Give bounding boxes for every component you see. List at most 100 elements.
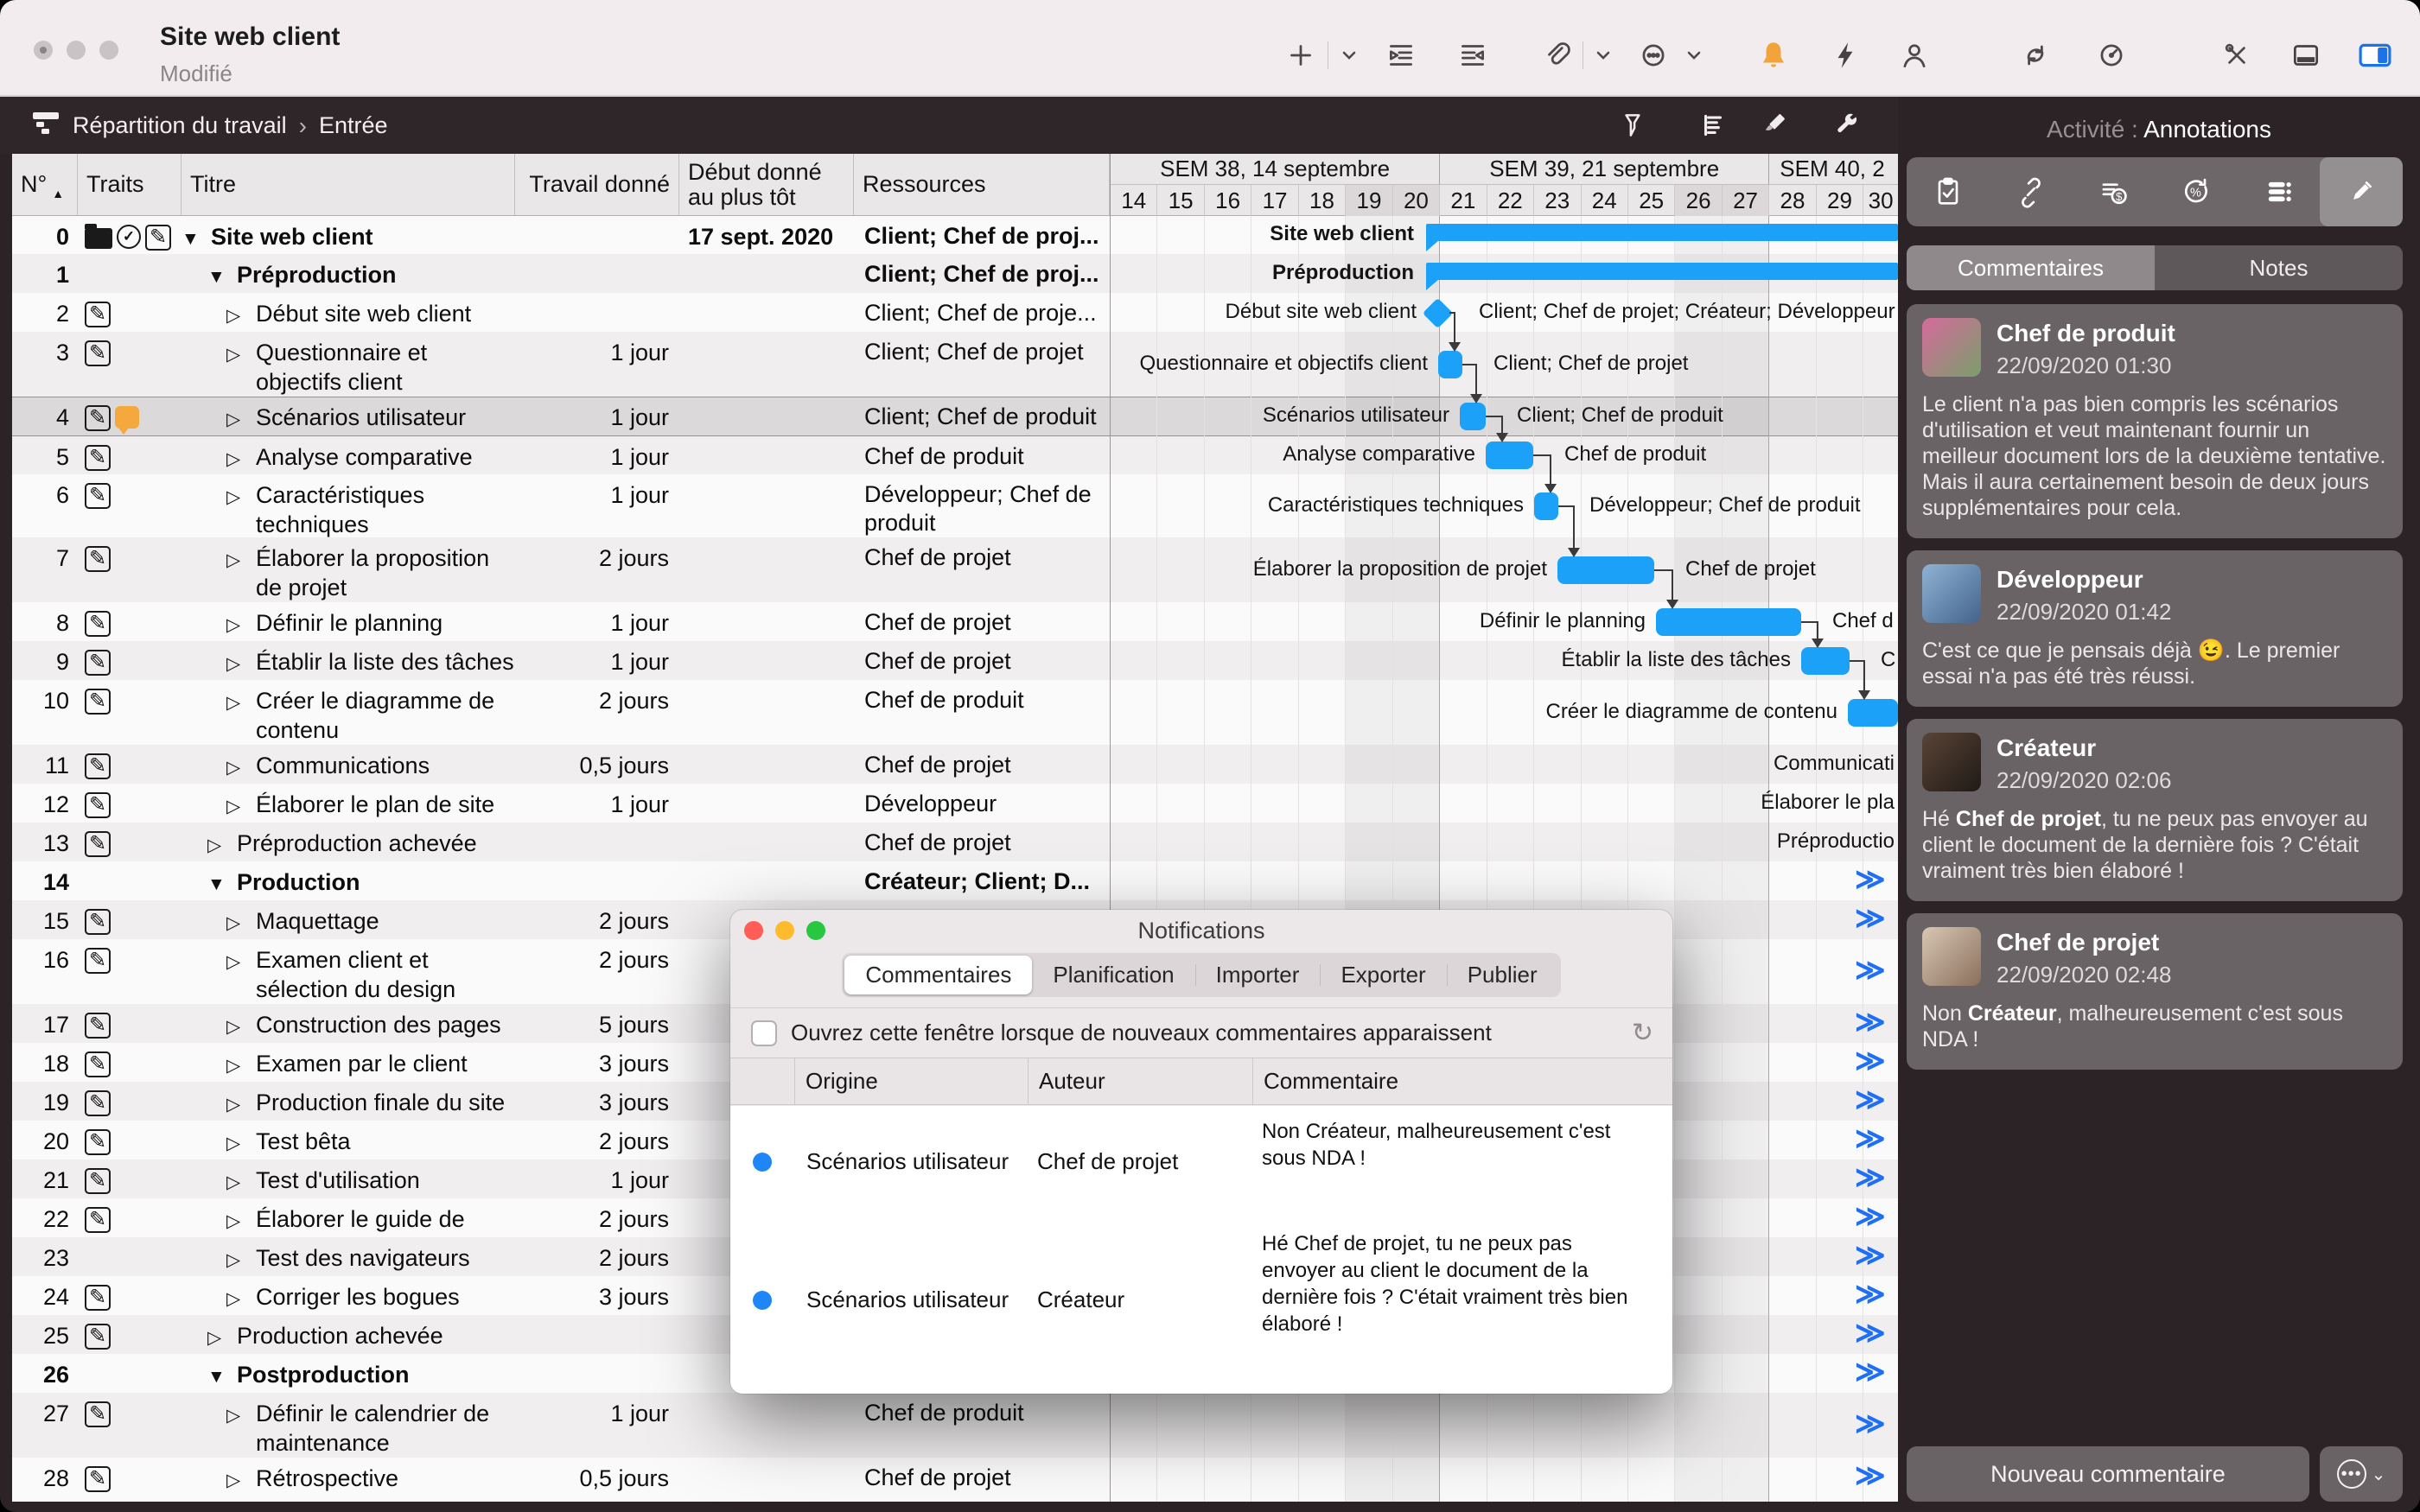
disclosure-leaf-icon[interactable]: ▷: [226, 1243, 256, 1275]
tab-notes[interactable]: Notes: [2155, 245, 2403, 290]
mode-link-icon[interactable]: [1990, 157, 2073, 226]
comment-more-button[interactable]: ••• ⌄: [2320, 1446, 2403, 1502]
disclosure-leaf-icon[interactable]: ▷: [226, 1088, 256, 1120]
disclosure-leaf-icon[interactable]: ▷: [226, 1010, 256, 1042]
mode-rows-icon[interactable]: [2238, 157, 2321, 226]
disclosure-leaf-icon[interactable]: ▷: [226, 543, 256, 575]
task-row[interactable]: 9✎▷Établir la liste des tâches1 jourChef…: [12, 641, 1898, 680]
disclosure-leaf-icon[interactable]: ▷: [226, 906, 256, 938]
notifications-bell-icon[interactable]: [1754, 38, 1793, 73]
panel-right-active-icon[interactable]: [2356, 38, 2394, 73]
column-header-resources[interactable]: Ressources: [854, 154, 1110, 215]
comment-card[interactable]: Développeur22/09/2020 01:42C'est ce que …: [1907, 550, 2403, 707]
mode-cost-icon[interactable]: $: [2072, 157, 2155, 226]
disclosure-leaf-icon[interactable]: ▷: [226, 790, 256, 822]
outdent-icon[interactable]: [1454, 38, 1492, 73]
task-row[interactable]: 1▼PréproductionClient; Chef de proj...: [12, 254, 1898, 293]
dialog-tab-publier[interactable]: Publier: [1447, 956, 1558, 994]
column-header-title[interactable]: Titre: [182, 154, 515, 215]
sync-icon[interactable]: [2016, 38, 2054, 73]
attach-icon[interactable]: [1538, 38, 1576, 73]
dialog-tab-exporter[interactable]: Exporter: [1320, 956, 1446, 994]
disclosure-leaf-icon[interactable]: ▷: [226, 1399, 256, 1431]
zoom-button[interactable]: [99, 41, 118, 60]
disclosure-leaf-icon[interactable]: ▷: [226, 647, 256, 679]
dialog-tab-importer[interactable]: Importer: [1195, 956, 1321, 994]
disclosure-leaf-icon[interactable]: ▷: [226, 1127, 256, 1159]
mode-pencil-edit-icon[interactable]: [2320, 157, 2403, 226]
disclosure-leaf-icon[interactable]: ▷: [226, 1204, 256, 1236]
disclosure-leaf-icon[interactable]: ▷: [226, 299, 256, 331]
task-row[interactable]: 8✎▷Définir le planning1 jourChef de proj…: [12, 602, 1898, 641]
new-comment-button[interactable]: Nouveau commentaire: [1907, 1446, 2309, 1502]
comment-card[interactable]: Chef de projet22/09/2020 02:48Non Créate…: [1907, 913, 2403, 1070]
task-row[interactable]: 27✎▷Définir le calendrier de maintenance…: [12, 1393, 1898, 1458]
column-header-traits[interactable]: Traits: [78, 154, 182, 215]
column-header-start[interactable]: Début donné au plus tôt: [679, 154, 854, 215]
comment-card[interactable]: Chef de produit22/09/2020 01:30Le client…: [1907, 304, 2403, 538]
group-bars-icon[interactable]: [1694, 108, 1732, 143]
breadcrumb-view[interactable]: Répartition du travail: [73, 112, 287, 139]
disclosure-leaf-icon[interactable]: ▷: [226, 480, 256, 512]
chevron-down-icon[interactable]: [1675, 38, 1713, 73]
task-row[interactable]: 2✎▷Début site web clientClient; Chef de …: [12, 293, 1898, 332]
comment-card[interactable]: Créateur22/09/2020 02:06Hé Chef de proje…: [1907, 719, 2403, 901]
task-row[interactable]: 14▼ProductionCréateur; Client; D...: [12, 861, 1898, 900]
task-row[interactable]: 3✎▷Questionnaire et objectifs client1 jo…: [12, 332, 1898, 397]
disclosure-leaf-icon[interactable]: ▷: [226, 442, 256, 474]
add-icon[interactable]: [1282, 38, 1320, 73]
breadcrumb[interactable]: Répartition du travail › Entrée: [31, 110, 388, 142]
disclosure-leaf-icon[interactable]: ▷: [226, 338, 256, 370]
disclosure-leaf-icon[interactable]: ▷: [226, 1464, 256, 1496]
dialog-tab-commentaires[interactable]: Commentaires: [844, 956, 1032, 994]
filter-funnel-icon[interactable]: [1614, 108, 1652, 143]
disclosure-leaf-icon[interactable]: ▷: [226, 1282, 256, 1314]
more-circle-icon[interactable]: [1634, 38, 1672, 73]
column-header-work[interactable]: Travail donné: [515, 154, 679, 215]
tools-icon[interactable]: [2218, 38, 2256, 73]
task-row[interactable]: 6✎▷Caractéristiques techniques1 jourDéve…: [12, 474, 1898, 537]
disclosure-leaf-icon[interactable]: ▷: [226, 1049, 256, 1081]
chevron-down-icon[interactable]: [1330, 38, 1368, 73]
task-row[interactable]: 28✎▷Rétrospective0,5 joursChef de projet: [12, 1458, 1898, 1496]
disclosure-leaf-icon[interactable]: ▷: [226, 751, 256, 783]
settings-wrench-icon[interactable]: [1829, 108, 1867, 143]
mode-clipboard-check-icon[interactable]: [1907, 157, 1990, 226]
dialog-tab-planification[interactable]: Planification: [1032, 956, 1194, 994]
open-on-new-comments-checkbox[interactable]: [751, 1020, 777, 1046]
disclosure-open-icon[interactable]: ▼: [207, 867, 237, 899]
task-row[interactable]: 11✎▷Communications0,5 joursChef de proje…: [12, 745, 1898, 784]
minimize-button[interactable]: [67, 41, 86, 60]
task-row[interactable]: 12✎▷Élaborer le plan de site1 jourDévelo…: [12, 784, 1898, 823]
dashboard-icon[interactable]: [2092, 38, 2130, 73]
tab-commentaires[interactable]: Commentaires: [1907, 245, 2155, 290]
disclosure-leaf-icon[interactable]: ▷: [226, 686, 256, 718]
mode-percent-clock-icon[interactable]: %: [2155, 157, 2238, 226]
disclosure-leaf-icon[interactable]: ▷: [207, 1321, 237, 1353]
person-icon[interactable]: [1895, 38, 1933, 73]
task-row[interactable]: 4✎▷Scénarios utilisateur1 jourClient; Ch…: [12, 397, 1898, 436]
notification-row[interactable]: Scénarios utilisateurCréateurHé Chef de …: [730, 1218, 1672, 1382]
style-brush-icon[interactable]: [1754, 108, 1793, 143]
indent-icon[interactable]: [1382, 38, 1420, 73]
task-row[interactable]: 0✓✎▼Site web client17 sept. 2020Client; …: [12, 216, 1898, 254]
disclosure-leaf-icon[interactable]: ▷: [226, 945, 256, 977]
task-row[interactable]: 5✎▷Analyse comparative1 jourChef de prod…: [12, 436, 1898, 474]
disclosure-leaf-icon[interactable]: ▷: [226, 608, 256, 640]
disclosure-leaf-icon[interactable]: ▷: [226, 403, 256, 435]
disclosure-open-icon[interactable]: ▼: [182, 222, 211, 254]
task-row[interactable]: 13✎▷Préproduction achevéeChef de projet: [12, 823, 1898, 861]
column-header-num-sorted[interactable]: N°▲: [12, 154, 78, 215]
panel-bottom-icon[interactable]: [2287, 38, 2325, 73]
chevron-down-icon[interactable]: [1584, 38, 1622, 73]
refresh-icon[interactable]: ↻: [1632, 1018, 1653, 1048]
task-row[interactable]: 10✎▷Créer le diagramme de contenu2 jours…: [12, 680, 1898, 745]
notification-row[interactable]: Scénarios utilisateurChef de projetNon C…: [730, 1106, 1672, 1218]
disclosure-open-icon[interactable]: ▼: [207, 260, 237, 292]
quick-bolt-icon[interactable]: [1826, 38, 1864, 73]
disclosure-open-icon[interactable]: ▼: [207, 1360, 237, 1392]
close-button[interactable]: [34, 41, 53, 60]
task-row[interactable]: 7✎▷Élaborer la proposition de projet2 jo…: [12, 537, 1898, 602]
disclosure-leaf-icon[interactable]: ▷: [226, 1166, 256, 1198]
disclosure-leaf-icon[interactable]: ▷: [207, 829, 237, 861]
